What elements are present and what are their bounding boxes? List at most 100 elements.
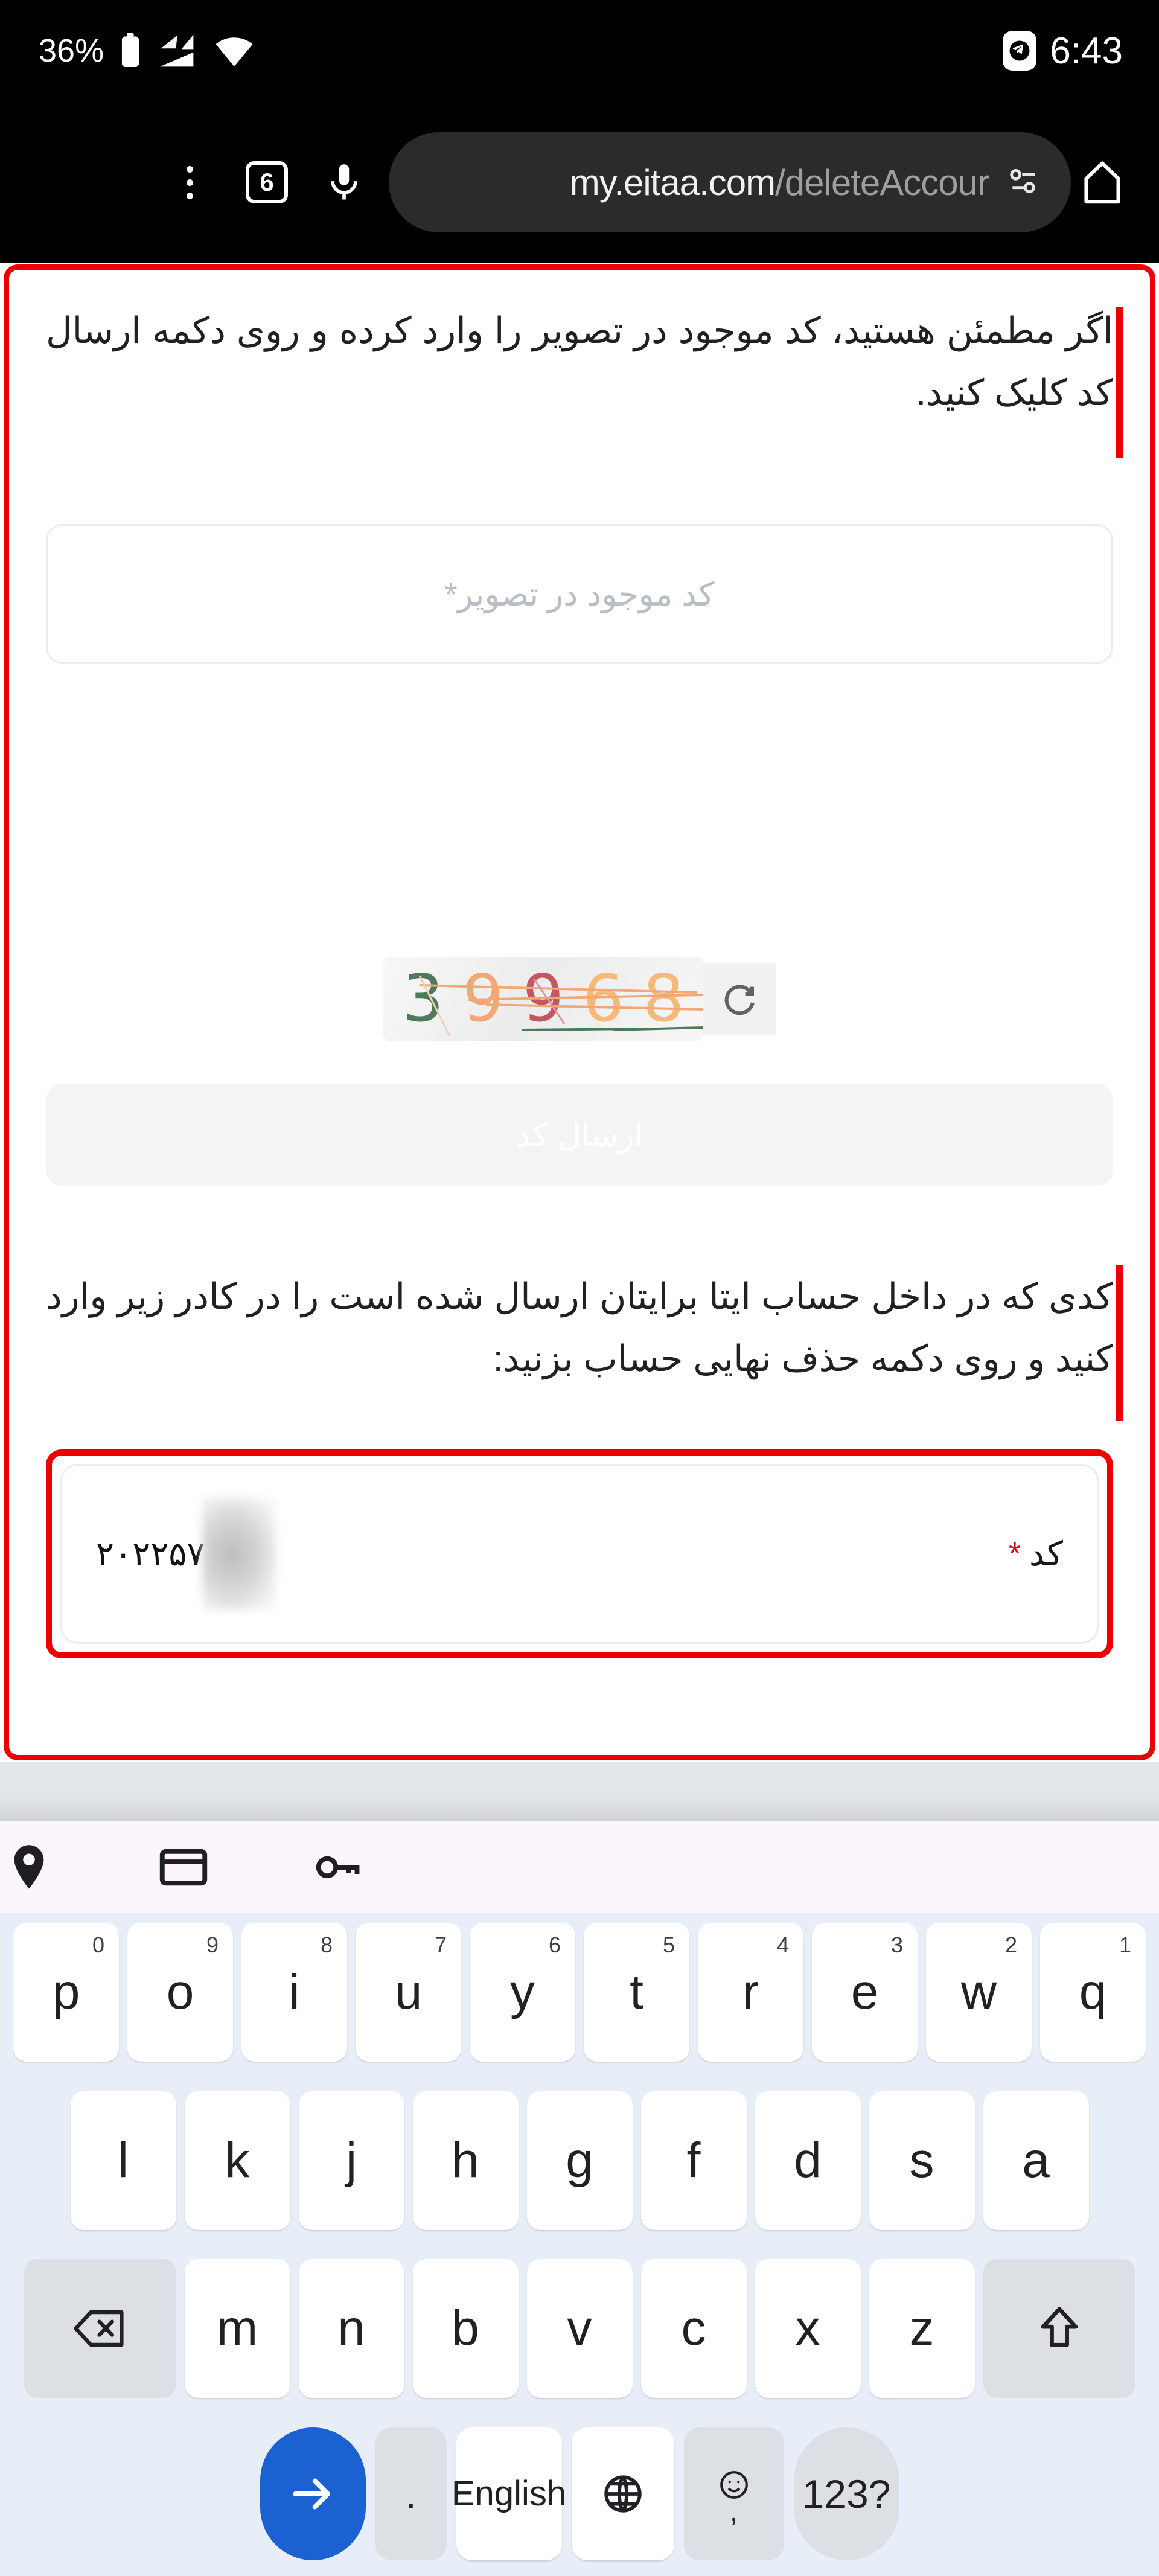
browser-toolbar: my.eitaa.com/deleteAccour 6 xyxy=(0,101,1159,263)
keyboard-row-2: a s d f g h j k l xyxy=(5,2091,1154,2230)
key-s[interactable]: s xyxy=(869,2091,975,2230)
captcha-image: 8 6 9 9 3 xyxy=(383,957,703,1041)
key-m[interactable]: m xyxy=(184,2259,290,2399)
home-button[interactable] xyxy=(1071,156,1134,208)
key-label: z xyxy=(909,2301,934,2356)
overflow-menu-icon[interactable] xyxy=(151,165,228,199)
refresh-captcha-icon[interactable] xyxy=(703,963,776,1035)
keyboard-row-3: z x c v b n m xyxy=(5,2259,1154,2399)
key-d[interactable]: d xyxy=(755,2091,861,2230)
key-label: . xyxy=(404,2470,417,2517)
on-screen-keyboard: 1q 2w 3e 4r 5t 6y 7u 8i 9o 0p a s d f g … xyxy=(0,1913,1159,2576)
key-y[interactable]: 6y xyxy=(470,1923,575,2062)
captcha-row: 8 6 9 9 3 xyxy=(0,957,1159,1041)
browser-toolbar-actions: 6 xyxy=(151,159,383,205)
key-z[interactable]: z xyxy=(869,2259,975,2399)
emoji-key-comma: , xyxy=(729,2495,738,2528)
instruction-paragraph-2: کدی که در داخل حساب ایتا برایتان ارسال ش… xyxy=(46,1276,1113,1379)
key-n[interactable]: n xyxy=(298,2259,404,2399)
backspace-icon[interactable] xyxy=(24,2259,176,2399)
key-u[interactable]: 7u xyxy=(356,1923,461,2062)
code-value-wrap: ۲۰۲۲۵۷ xyxy=(96,1498,276,1610)
keyboard-row-4: ?123 , English . xyxy=(5,2427,1154,2560)
period-key[interactable]: . xyxy=(375,2427,447,2560)
key-p[interactable]: 0p xyxy=(13,1923,119,2062)
language-globe-icon[interactable] xyxy=(571,2427,674,2560)
cellular-signal-icon xyxy=(157,33,198,68)
autofill-toolbar xyxy=(0,1821,1159,1913)
key-label: r xyxy=(742,1964,759,2019)
eitaa-app-icon xyxy=(1003,31,1037,71)
battery-icon xyxy=(118,32,142,69)
key-v[interactable]: v xyxy=(526,2259,633,2399)
key-label: English xyxy=(451,2473,567,2513)
key-q[interactable]: 1q xyxy=(1040,1923,1146,2062)
key-label: u xyxy=(394,1964,423,2019)
captcha-input-placeholder: کد موجود در تصویر* xyxy=(444,576,715,613)
key-k[interactable]: k xyxy=(184,2091,290,2230)
key-hint: 5 xyxy=(662,1932,675,1957)
key-i[interactable]: 8i xyxy=(241,1923,347,2062)
code-label-text: کد xyxy=(1029,1535,1063,1573)
code-input-value: ۲۰۲۲۵۷ xyxy=(96,1535,205,1573)
key-label: o xyxy=(166,1964,194,2019)
code-input-field[interactable]: کد * ۲۰۲۲۵۷ xyxy=(60,1464,1099,1644)
key-label: l xyxy=(117,2132,129,2188)
status-bar-clock: 6:43 xyxy=(1050,30,1123,72)
key-w[interactable]: 2w xyxy=(926,1923,1032,2062)
code-field-annotation-box: کد * ۲۰۲۲۵۷ xyxy=(46,1449,1113,1658)
key-o[interactable]: 9o xyxy=(127,1923,233,2062)
omnibox[interactable]: my.eitaa.com/deleteAccour xyxy=(389,132,1071,232)
key-r[interactable]: 4r xyxy=(698,1923,803,2062)
key-g[interactable]: g xyxy=(526,2091,633,2230)
credit-card-icon[interactable] xyxy=(155,1838,212,1896)
key-c[interactable]: c xyxy=(640,2259,747,2399)
key-label: k xyxy=(225,2132,250,2188)
key-b[interactable]: b xyxy=(412,2259,519,2399)
key-label: h xyxy=(452,2132,479,2188)
key-label: q xyxy=(1079,1964,1107,2019)
microphone-icon[interactable] xyxy=(305,159,383,205)
key-hint: 9 xyxy=(206,1932,219,1957)
instruction-paragraph-1: اگر مطمئن هستید، کد موجود در تصویر را وا… xyxy=(46,310,1113,414)
captcha-input[interactable]: کد موجود در تصویر* xyxy=(46,524,1113,664)
key-label: i xyxy=(289,1964,300,2019)
key-label: d xyxy=(794,2132,822,2188)
site-permissions-icon[interactable] xyxy=(1004,162,1043,203)
key-j[interactable]: j xyxy=(298,2091,404,2230)
captcha-digit: 8 xyxy=(642,961,685,1037)
key-l[interactable]: l xyxy=(70,2091,176,2230)
send-code-button[interactable]: ارسال کد xyxy=(46,1084,1113,1186)
key-hint: 3 xyxy=(890,1932,903,1957)
key-hint: 4 xyxy=(776,1932,789,1957)
key-label: c xyxy=(681,2301,706,2356)
captcha-digit: 6 xyxy=(583,961,624,1037)
emoji-icon[interactable]: , xyxy=(683,2427,784,2560)
key-hint: 8 xyxy=(320,1932,333,1957)
battery-percent-label: 36% xyxy=(39,33,104,69)
key-label: f xyxy=(686,2132,701,2188)
key-label: w xyxy=(960,1964,997,2019)
code-field-label: کد * xyxy=(1009,1534,1063,1574)
key-f[interactable]: f xyxy=(640,2091,747,2230)
code-redaction-blur xyxy=(202,1498,276,1610)
tab-switcher-button[interactable]: 6 xyxy=(228,161,305,203)
key-label: a xyxy=(1022,2132,1050,2188)
key-hint: 1 xyxy=(1119,1932,1131,1957)
key-x[interactable]: x xyxy=(755,2259,861,2399)
key-label: e xyxy=(851,1964,879,2019)
key-t[interactable]: 5t xyxy=(584,1923,689,2062)
key-a[interactable]: a xyxy=(983,2091,1089,2230)
required-asterisk: * xyxy=(1008,1536,1021,1571)
shift-icon[interactable] xyxy=(983,2259,1135,2399)
key-hint: 7 xyxy=(434,1932,447,1957)
phone-screen: 6:43 36% my.eitaa.com/deleteAccour 6 اگر… xyxy=(0,0,1159,2576)
space-key[interactable]: English xyxy=(452,2427,566,2560)
key-label: y xyxy=(510,1964,535,2019)
key-h[interactable]: h xyxy=(412,2091,519,2230)
key-e[interactable]: 3e xyxy=(812,1923,918,2062)
key-icon[interactable] xyxy=(309,1838,367,1896)
enter-arrow-icon[interactable] xyxy=(260,2427,366,2560)
location-pin-icon[interactable] xyxy=(0,1838,58,1896)
symbols-key[interactable]: ?123 xyxy=(793,2427,899,2560)
